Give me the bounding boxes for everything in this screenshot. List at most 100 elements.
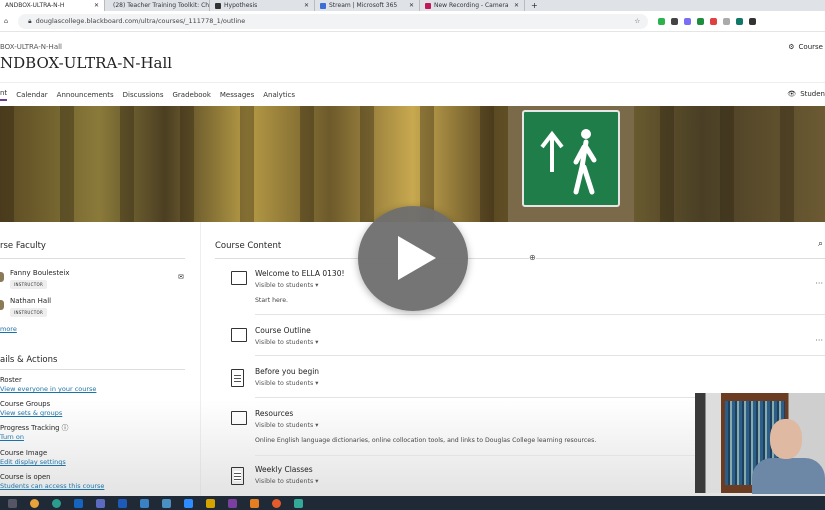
- play-button[interactable]: [358, 206, 468, 311]
- visibility-dropdown[interactable]: Visible to students ▾: [255, 282, 318, 289]
- add-content-icon[interactable]: ⊕: [529, 253, 536, 262]
- item-title[interactable]: Before you begin: [255, 367, 319, 376]
- nav-gradebook[interactable]: Gradebook: [172, 91, 210, 99]
- chrome-icon[interactable]: [30, 498, 39, 508]
- divider: [0, 369, 185, 370]
- action-label: Progress Tracking: [0, 424, 60, 432]
- action-link[interactable]: Students can access this course: [0, 482, 104, 491]
- visibility-dropdown[interactable]: Visible to students ▾: [255, 422, 318, 429]
- item-description: Online English language dictionaries, on…: [255, 437, 597, 444]
- browser-tab[interactable]: Hypothesis ✕: [210, 0, 315, 11]
- outlook-icon[interactable]: [74, 498, 83, 508]
- extension-icon[interactable]: [710, 17, 718, 25]
- puzzle-icon[interactable]: [749, 17, 757, 25]
- message-icon[interactable]: ✉: [178, 273, 184, 281]
- new-tab-button[interactable]: +: [531, 1, 538, 10]
- visibility-dropdown[interactable]: Visible to students ▾: [255, 478, 318, 485]
- close-icon[interactable]: ✕: [304, 2, 309, 9]
- url-field[interactable]: 🔒︎ douglascollege.blackboard.com/ultra/co…: [18, 13, 649, 29]
- nav-calendar[interactable]: Calendar: [16, 91, 47, 99]
- breadcrumb[interactable]: BOX-ULTRA-N-Hall: [0, 43, 62, 51]
- extension-icon[interactable]: [736, 17, 744, 25]
- nav-discussions[interactable]: Discussions: [123, 91, 164, 99]
- hypothesis-icon: [215, 2, 221, 9]
- extension-icon[interactable]: [671, 17, 679, 25]
- browser-tab-bar: ANDBOX-ULTRA-N-H ✕ (28) Teacher Training …: [0, 0, 825, 11]
- show-more-link[interactable]: more: [0, 325, 17, 333]
- extension-icon[interactable]: [658, 17, 666, 25]
- action-link[interactable]: Turn on: [0, 433, 68, 442]
- item-title[interactable]: Welcome to ELLA 0130!: [255, 269, 344, 278]
- item-title[interactable]: Resources: [255, 409, 293, 418]
- zoom-icon[interactable]: [184, 498, 193, 508]
- folder-icon: [231, 271, 247, 285]
- start-icon[interactable]: [8, 498, 17, 508]
- visibility-dropdown[interactable]: Visible to students ▾: [255, 380, 318, 387]
- more-options-icon[interactable]: ···: [815, 279, 823, 288]
- divider: [255, 314, 825, 315]
- visibility-dropdown[interactable]: Visible to students ▾: [255, 339, 318, 346]
- teams-icon[interactable]: [96, 498, 105, 508]
- presenter-face-image: [770, 419, 802, 459]
- document-icon: [231, 467, 244, 485]
- eye-icon: 👁︎: [787, 90, 797, 98]
- nav-messages[interactable]: Messages: [220, 91, 254, 99]
- explorer-icon[interactable]: [206, 498, 215, 508]
- folder-icon: [231, 411, 247, 425]
- faculty-name: Fanny Boulesteix: [10, 269, 70, 277]
- document-icon: [231, 369, 244, 387]
- nav-analytics[interactable]: Analytics: [263, 91, 295, 99]
- presenter-image: [752, 458, 825, 494]
- action-link[interactable]: View sets & groups: [0, 409, 62, 418]
- details-heading: ails & Actions: [0, 355, 58, 365]
- firefox-icon[interactable]: [272, 498, 281, 508]
- student-preview-label: Studen: [800, 90, 825, 98]
- address-bar-row: ⌂ 🔒︎ douglascollege.blackboard.com/ultra/…: [0, 11, 825, 32]
- item-title[interactable]: Weekly Classes: [255, 465, 313, 474]
- browser-tab[interactable]: (28) Teacher Training Toolkit: Ch✕: [105, 0, 210, 11]
- extension-icon[interactable]: [684, 17, 692, 25]
- faculty-member[interactable]: Nathan Hall INSTRUCTOR: [10, 297, 51, 317]
- course-settings-label: Course: [798, 43, 823, 51]
- home-icon[interactable]: ⌂: [4, 17, 8, 25]
- tab-label: (28) Teacher Training Toolkit: Ch: [113, 2, 210, 9]
- browser-tab[interactable]: Stream | Microsoft 365 ✕: [315, 0, 420, 11]
- close-icon[interactable]: ✕: [514, 2, 519, 9]
- groups-action: Course Groups View sets & groups: [0, 400, 62, 418]
- item-title[interactable]: Course Outline: [255, 326, 311, 335]
- nav-announcements[interactable]: Announcements: [57, 91, 114, 99]
- folder-icon: [231, 328, 247, 342]
- info-icon[interactable]: ⓘ: [62, 424, 69, 432]
- action-link[interactable]: View everyone in your course: [0, 385, 96, 394]
- tab-label: New Recording - Camera: [434, 2, 509, 9]
- divider: [0, 258, 185, 259]
- extension-icon[interactable]: [723, 17, 731, 25]
- browser-tab[interactable]: New Recording - Camera ✕: [420, 0, 525, 11]
- extension-icon[interactable]: [697, 17, 705, 25]
- action-label: Roster: [0, 376, 22, 384]
- browser-tab[interactable]: ANDBOX-ULTRA-N-H ✕: [0, 0, 105, 11]
- content-heading: Course Content: [215, 241, 282, 251]
- search-icon[interactable]: ⌕: [818, 239, 823, 249]
- roster-action: Roster View everyone in your course: [0, 376, 96, 394]
- action-link[interactable]: Edit display settings: [0, 458, 66, 467]
- image-action: Course Image Edit display settings: [0, 449, 66, 467]
- star-icon[interactable]: ☆: [634, 17, 640, 25]
- close-icon[interactable]: ✕: [94, 2, 99, 9]
- app-icon[interactable]: [294, 498, 303, 508]
- faculty-member[interactable]: Fanny Boulesteix INSTRUCTOR: [10, 269, 69, 289]
- nav-content[interactable]: nt: [0, 89, 8, 101]
- tab-label: Hypothesis: [224, 2, 258, 9]
- onenote-icon[interactable]: [228, 498, 237, 508]
- edge-icon[interactable]: [52, 498, 61, 508]
- course-settings-button[interactable]: ⚙ Course: [788, 43, 823, 51]
- todo-icon[interactable]: [140, 498, 149, 508]
- faculty-heading: rse Faculty: [0, 241, 46, 251]
- vlc-icon[interactable]: [250, 498, 259, 508]
- close-icon[interactable]: ✕: [409, 2, 414, 9]
- more-options-icon[interactable]: ···: [815, 336, 823, 345]
- app-icon[interactable]: [162, 498, 171, 508]
- item-description: Start here.: [255, 297, 288, 304]
- word-icon[interactable]: [118, 498, 127, 508]
- student-preview-button[interactable]: 👁︎ Studen: [787, 90, 825, 98]
